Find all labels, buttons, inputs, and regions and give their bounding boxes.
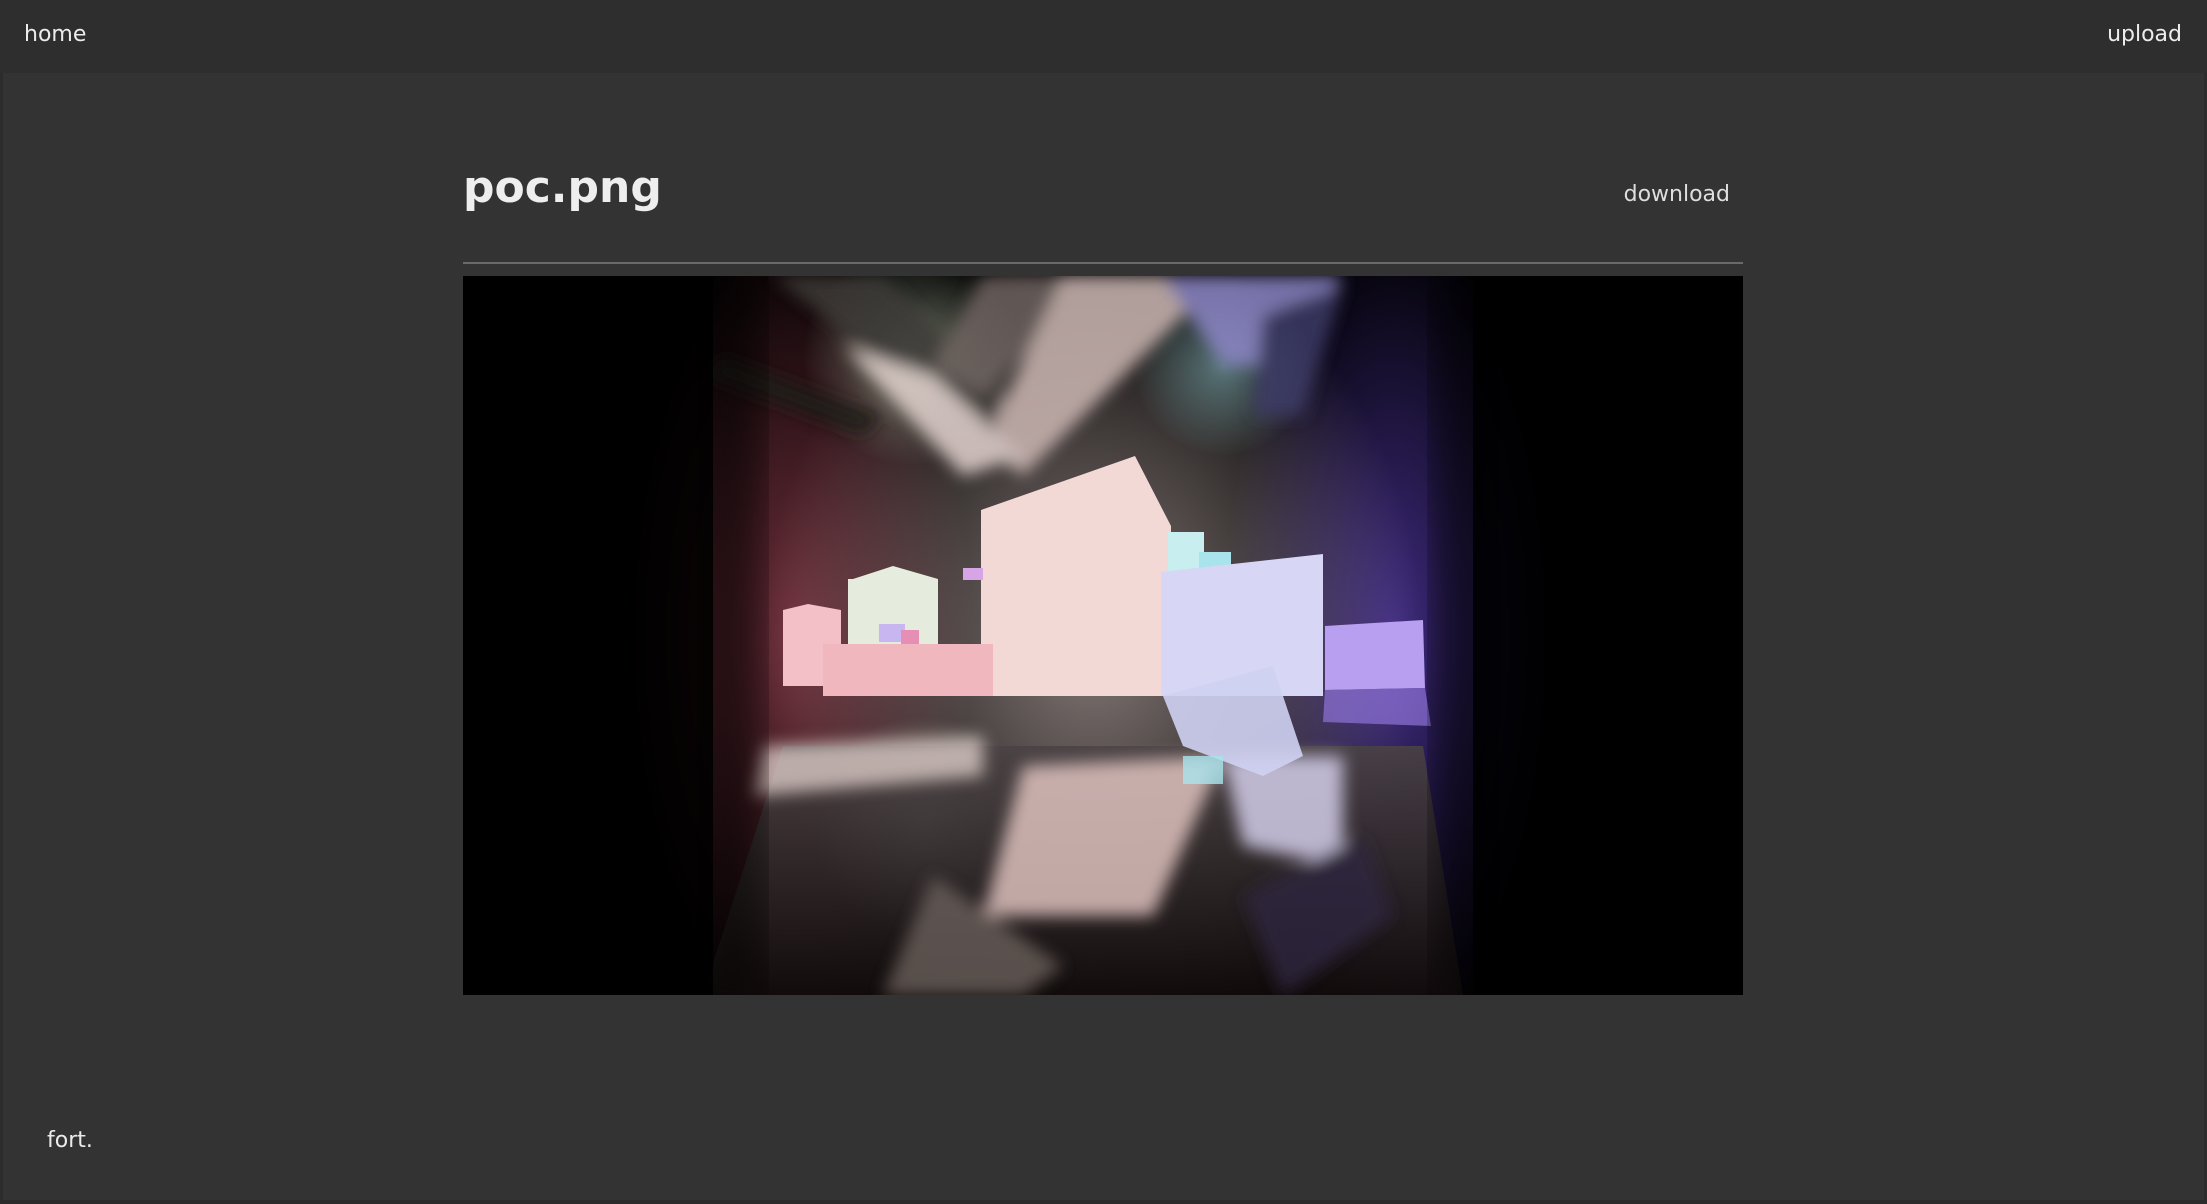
frame-border-bottom <box>0 1200 2207 1204</box>
image-preview <box>463 276 1743 995</box>
download-link[interactable]: download <box>1624 182 1730 207</box>
home-link[interactable]: home <box>24 22 86 47</box>
footer-brand: fort. <box>47 1128 93 1153</box>
frame-border-left <box>0 73 3 1204</box>
top-navigation-bar: home upload <box>0 0 2207 73</box>
rendered-scene-image <box>463 276 1743 995</box>
file-title: poc.png <box>463 162 662 213</box>
upload-link[interactable]: upload <box>2107 22 2182 47</box>
title-divider <box>463 262 1743 264</box>
